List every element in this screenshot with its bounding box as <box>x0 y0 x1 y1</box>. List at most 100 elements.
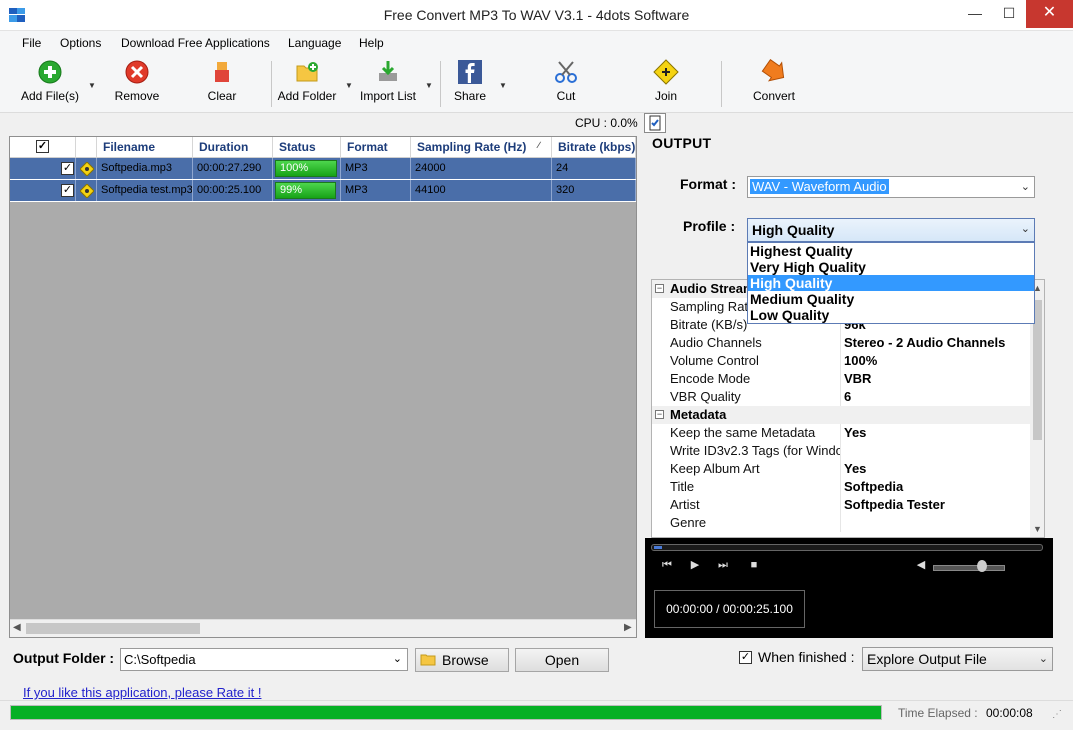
import-list-button[interactable]: Import List <box>357 59 419 109</box>
menu-help[interactable]: Help <box>359 36 384 50</box>
volume-slider-handle[interactable] <box>977 560 987 572</box>
property-row[interactable]: Write ID3v2.3 Tags (for Windows) <box>652 442 1030 460</box>
select-all-checkbox[interactable]: ✓ <box>36 140 49 153</box>
convert-button[interactable]: Convert <box>748 59 800 109</box>
column-format[interactable]: Format <box>341 137 411 158</box>
join-button[interactable]: Join <box>648 59 684 109</box>
menu-options[interactable]: Options <box>60 36 101 50</box>
collapse-icon[interactable]: − <box>655 284 664 293</box>
property-row[interactable]: Volume Control 100% <box>652 352 1030 370</box>
profile-select[interactable]: High Quality ⌄ <box>747 218 1035 242</box>
previous-track-button[interactable]: ⏮ <box>657 558 677 584</box>
property-divider <box>840 460 841 478</box>
open-button[interactable]: Open <box>515 648 609 672</box>
file-list-empty-area[interactable] <box>10 203 636 619</box>
rate-app-link[interactable]: If you like this application, please Rat… <box>23 685 261 700</box>
status-bar: Time Elapsed : 00:00:08 ⋰ <box>0 700 1073 730</box>
remove-icon <box>125 60 149 84</box>
profile-option-high-quality[interactable]: High Quality <box>748 275 1034 291</box>
clear-button[interactable]: Clear <box>200 59 244 109</box>
cut-button[interactable]: Cut <box>548 59 584 109</box>
add-files-dropdown-icon[interactable]: ▼ <box>88 81 96 90</box>
collapse-icon[interactable]: − <box>655 410 664 419</box>
scrollbar-thumb[interactable] <box>26 623 200 634</box>
column-filename[interactable]: Filename <box>97 137 193 158</box>
next-track-button[interactable]: ⏭ <box>713 558 733 584</box>
scroll-right-icon[interactable]: ▶ <box>624 622 632 633</box>
folder-add-icon <box>296 62 318 82</box>
cell-filename: Softpedia.mp3 <box>97 158 193 179</box>
table-row[interactable]: ✓ Softpedia.mp3 00:00:27.290 100% MP3 24… <box>10 158 636 180</box>
stop-button[interactable]: ■ <box>744 558 764 584</box>
column-duration[interactable]: Duration <box>193 137 273 158</box>
cut-label: Cut <box>556 89 576 103</box>
scroll-down-icon[interactable]: ▼ <box>1033 524 1042 534</box>
browse-button[interactable]: Browse <box>415 648 509 672</box>
property-name: Encode Mode <box>670 371 751 386</box>
remove-button[interactable]: Remove <box>110 59 164 109</box>
property-row[interactable]: Keep the same Metadata Yes <box>652 424 1030 442</box>
property-value: 6 <box>844 389 852 404</box>
property-name: Write ID3v2.3 Tags (for Windows) <box>670 443 840 458</box>
property-divider <box>840 496 841 514</box>
column-bitrate[interactable]: Bitrate (kbps) <box>552 137 636 158</box>
column-sampling-rate[interactable]: Sampling Rate (Hz) ∕ <box>411 137 552 158</box>
minimize-button[interactable]: — <box>958 0 992 28</box>
menu-download-free-applications[interactable]: Download Free Applications <box>121 36 270 50</box>
add-folder-button[interactable]: Add Folder <box>276 59 338 109</box>
resize-grip-icon[interactable]: ⋰ <box>1052 709 1062 720</box>
output-folder-select[interactable]: C:\Softpedia ⌄ <box>120 648 408 671</box>
status-progress-label: 99% <box>280 184 303 196</box>
share-dropdown-icon[interactable]: ▼ <box>499 81 507 90</box>
cell-format: MP3 <box>341 158 411 179</box>
property-row[interactable]: Artist Softpedia Tester <box>652 496 1030 514</box>
property-row[interactable]: Genre <box>652 514 1030 532</box>
sort-indicator-icon: ∕ <box>538 140 540 150</box>
file-list[interactable]: ✓ Filename Duration Status Format Sampli… <box>9 136 637 638</box>
cell-duration: 00:00:25.100 <box>193 180 273 201</box>
table-row[interactable]: ✓ Softpedia test.mp3 00:00:25.100 99% MP… <box>10 180 636 202</box>
volume-slider[interactable] <box>933 565 1005 571</box>
menu-language[interactable]: Language <box>288 36 341 50</box>
add-files-label: Add File(s) <box>20 89 79 103</box>
horizontal-scrollbar[interactable]: ◀ ▶ <box>10 619 636 637</box>
property-value: Stereo - 2 Audio Channels <box>844 335 1006 350</box>
mute-button[interactable]: ◀ <box>911 558 931 584</box>
row-icon-cell <box>76 180 97 201</box>
profile-option-low-quality[interactable]: Low Quality <box>748 307 1034 323</box>
add-folder-label: Add Folder <box>277 89 337 103</box>
column-select-all[interactable]: ✓ <box>10 137 76 158</box>
menu-file[interactable]: File <box>22 36 41 50</box>
add-files-button[interactable]: Add File(s) <box>18 59 82 109</box>
play-button[interactable]: ▶ <box>685 558 705 584</box>
add-folder-dropdown-icon[interactable]: ▼ <box>345 81 353 90</box>
when-finished-select[interactable]: Explore Output File ⌄ <box>862 647 1053 671</box>
column-status[interactable]: Status <box>273 137 341 158</box>
import-icon <box>379 61 397 81</box>
seek-bar[interactable] <box>651 544 1043 551</box>
scroll-left-icon[interactable]: ◀ <box>13 622 21 633</box>
maximize-button[interactable]: ☐ <box>992 0 1026 28</box>
profile-dropdown-list[interactable]: Highest Quality Very High Quality High Q… <box>747 242 1035 324</box>
import-list-dropdown-icon[interactable]: ▼ <box>425 81 433 90</box>
property-divider <box>840 478 841 496</box>
close-button[interactable]: ✕ <box>1026 0 1073 28</box>
property-name: Keep Album Art <box>670 461 760 476</box>
profile-option-highest-quality[interactable]: Highest Quality <box>748 243 1034 259</box>
property-row[interactable]: Keep Album Art Yes <box>652 460 1030 478</box>
property-row[interactable]: VBR Quality 6 <box>652 388 1030 406</box>
cell-status: 100% <box>273 158 341 179</box>
row-checkbox[interactable]: ✓ <box>61 162 74 175</box>
property-row[interactable]: Audio Channels Stereo - 2 Audio Channels <box>652 334 1030 352</box>
property-row[interactable]: Encode Mode VBR <box>652 370 1030 388</box>
row-checkbox[interactable]: ✓ <box>61 184 74 197</box>
profile-option-very-high-quality[interactable]: Very High Quality <box>748 259 1034 275</box>
property-category-metadata[interactable]: − Metadata <box>652 406 1030 424</box>
format-select[interactable]: WAV - Waveform Audio ⌄ <box>747 176 1035 198</box>
share-button[interactable]: Share <box>450 59 490 109</box>
property-row[interactable]: Title Softpedia <box>652 478 1030 496</box>
cpu-options-button[interactable] <box>644 113 666 133</box>
scissors-icon <box>555 61 577 83</box>
profile-option-medium-quality[interactable]: Medium Quality <box>748 291 1034 307</box>
when-finished-checkbox[interactable]: ✓ <box>739 651 752 664</box>
